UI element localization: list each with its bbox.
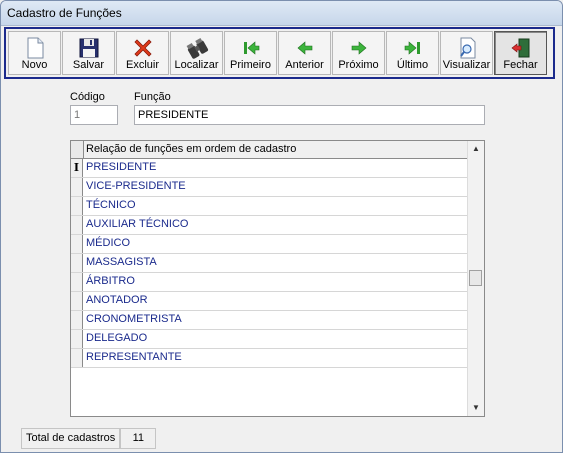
row-edit-indicator: I [71,159,83,177]
table-cell[interactable]: DELEGADO [86,332,147,344]
row-indicator [71,235,83,253]
search-button[interactable]: Localizar [170,31,223,75]
row-indicator [71,349,83,367]
first-record-icon [243,41,259,55]
table-row[interactable]: DELEGADO [71,330,468,349]
table-row[interactable]: I PRESIDENTE [71,159,468,178]
scroll-up-icon[interactable]: ▲ [468,141,484,157]
red-x-icon [133,39,152,57]
total-label: Total de cadastros [21,428,121,449]
status-bar: Total de cadastros 11 [21,428,157,449]
scroll-thumb[interactable] [469,270,482,286]
table-cell[interactable]: ANOTADOR [86,294,148,306]
window-title: Cadastro de Funções [7,6,122,20]
function-field[interactable]: PRESIDENTE [134,105,485,125]
row-indicator [71,216,83,234]
next-arrow-icon [351,41,366,55]
save-button[interactable]: Salvar [62,31,115,75]
grid-rows: I PRESIDENTE VICE-PRESIDENTE TÉCNICO AUXI… [71,159,468,368]
new-document-icon [27,37,43,59]
new-button[interactable]: Novo [8,31,61,75]
vertical-scrollbar[interactable]: ▲ ▼ [467,141,484,416]
window: Cadastro de Funções Novo Salvar Excluir [0,0,563,453]
table-cell[interactable]: MASSAGISTA [86,256,157,268]
table-cell[interactable]: VICE-PRESIDENTE [86,180,186,192]
title-bar[interactable]: Cadastro de Funções [1,1,562,26]
table-cell[interactable]: AUXILIAR TÉCNICO [86,218,189,230]
table-row[interactable]: MASSAGISTA [71,254,468,273]
table-row[interactable]: ANOTADOR [71,292,468,311]
table-row[interactable]: AUXILIAR TÉCNICO [71,216,468,235]
magnifier-document-icon [459,37,475,59]
row-indicator [71,254,83,272]
next-button-label: Próximo [338,59,379,71]
exit-door-icon [511,38,529,58]
grid-column-header[interactable]: Relação de funções em ordem de cadastro [86,143,296,155]
functions-grid[interactable]: Relação de funções em ordem de cadastro … [70,140,485,417]
table-row[interactable]: ÁRBITRO [71,273,468,292]
row-indicator [71,311,83,329]
delete-button-label: Excluir [125,59,159,71]
table-cell[interactable]: MÉDICO [86,237,130,249]
table-row[interactable]: VICE-PRESIDENTE [71,178,468,197]
row-indicator [71,273,83,291]
first-button-label: Primeiro [230,59,271,71]
close-button[interactable]: Fechar [494,31,547,75]
new-button-label: Novo [21,59,48,71]
table-row[interactable]: REPRESENTANTE [71,349,468,368]
save-button-label: Salvar [72,59,105,71]
table-row[interactable]: TÉCNICO [71,197,468,216]
grid-header: Relação de funções em ordem de cadastro [71,141,468,159]
last-button-label: Último [396,59,429,71]
search-button-label: Localizar [174,59,219,71]
row-indicator [71,178,83,196]
previous-button[interactable]: Anterior [278,31,331,75]
code-field[interactable]: 1 [70,105,118,125]
preview-button-label: Visualizar [442,59,491,71]
table-row[interactable]: MÉDICO [71,235,468,254]
table-cell[interactable]: CRONOMETRISTA [86,313,182,325]
scroll-down-icon[interactable]: ▼ [468,400,484,416]
last-button[interactable]: Último [386,31,439,75]
table-cell[interactable]: REPRESENTANTE [86,351,182,363]
first-button[interactable]: Primeiro [224,31,277,75]
next-button[interactable]: Próximo [332,31,385,75]
toolbar: Novo Salvar Excluir Localizar Primeiro A… [4,27,555,79]
binoculars-icon [186,37,208,59]
row-indicator [71,292,83,310]
delete-button[interactable]: Excluir [116,31,169,75]
table-cell[interactable]: PRESIDENTE [86,161,156,173]
function-label: Função [134,91,171,103]
floppy-disk-icon [79,38,98,58]
previous-arrow-icon [297,41,312,55]
row-indicator [71,197,83,215]
code-label: Código [70,91,105,103]
table-cell[interactable]: ÁRBITRO [86,275,135,287]
previous-button-label: Anterior [285,59,324,71]
grid-corner [71,141,84,158]
table-row[interactable]: CRONOMETRISTA [71,311,468,330]
last-record-icon [404,41,420,55]
table-cell[interactable]: TÉCNICO [86,199,136,211]
preview-button[interactable]: Visualizar [440,31,493,75]
close-button-label: Fechar [503,59,538,71]
row-indicator [71,330,83,348]
total-value: 11 [120,428,157,449]
